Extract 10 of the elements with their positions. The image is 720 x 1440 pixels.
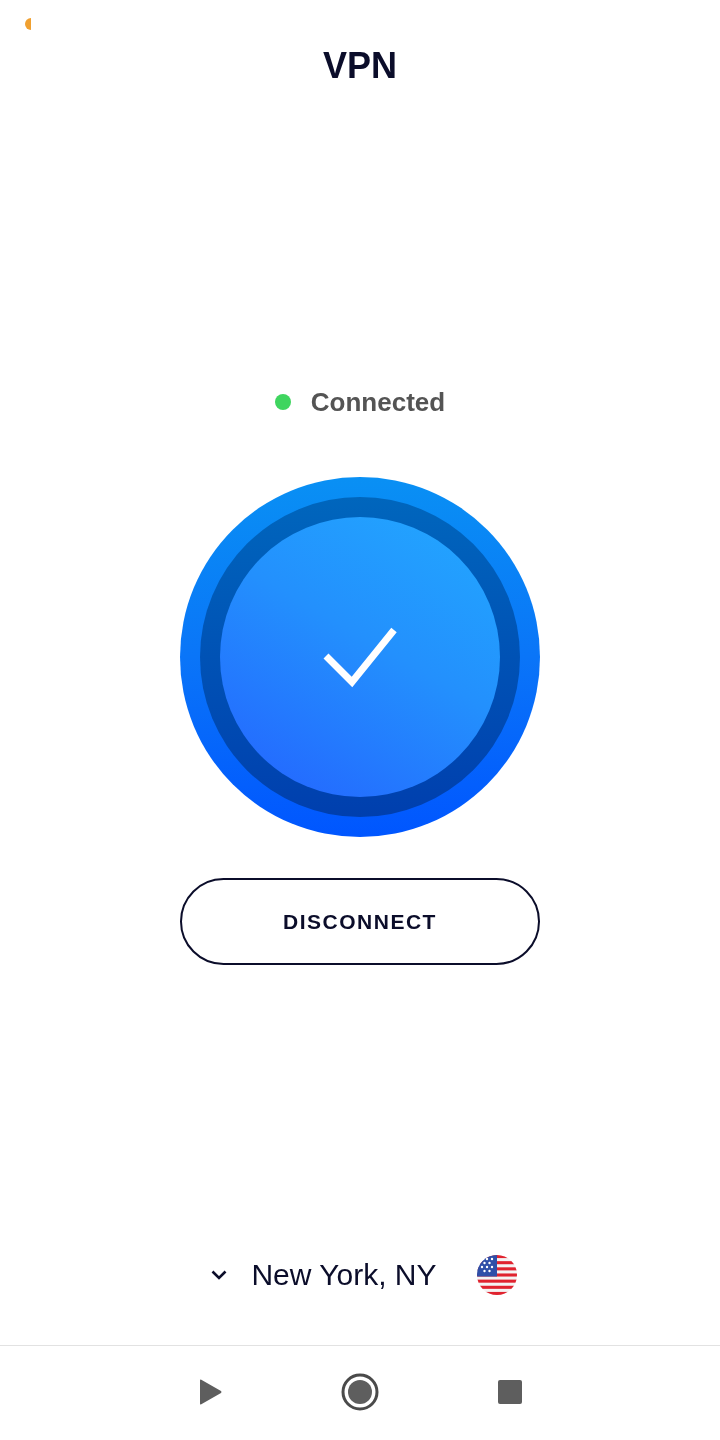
status-text: Connected	[310, 386, 446, 418]
app-title: VPN	[323, 44, 397, 88]
check-icon	[323, 626, 397, 688]
record-icon[interactable]	[341, 1373, 379, 1411]
play-icon[interactable]	[198, 1379, 222, 1405]
status-indicator-icon	[24, 18, 31, 30]
chevron-down-icon[interactable]	[211, 1270, 228, 1280]
disconnect-button[interactable]: DISCONNECT	[180, 878, 540, 965]
location-name[interactable]: New York, NY	[251, 1255, 437, 1295]
flag-icon	[476, 1255, 517, 1295]
